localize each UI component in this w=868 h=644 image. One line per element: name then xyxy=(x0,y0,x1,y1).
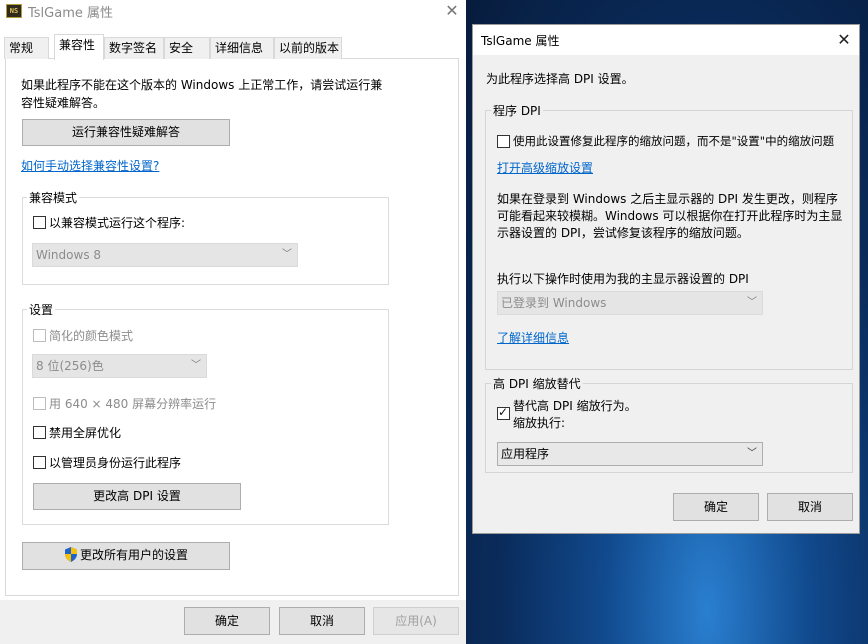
resolution-640-checkbox[interactable] xyxy=(33,397,46,410)
intro-text-line-1: 如果此程序不能在这个版本的 Windows 上正常工作，请尝试运行兼 xyxy=(21,78,383,92)
uac-shield-icon xyxy=(64,547,77,562)
program-dpi-group-label: 程序 DPI xyxy=(491,102,543,119)
dpi-description-line-1: 如果在登录到 Windows 之后主显示器的 DPI 发生更改，则程序 xyxy=(497,192,838,206)
intro-text-line-2: 容性疑难解答。 xyxy=(21,96,106,110)
fix-scaling-checkbox[interactable] xyxy=(497,135,510,148)
disable-fullscreen-opt-checkbox[interactable] xyxy=(33,426,46,439)
chevron-down-icon: ﹀ xyxy=(747,448,757,459)
color-depth-select-value: 8 位(256)色 xyxy=(36,359,104,373)
close-icon[interactable]: ✕ xyxy=(833,29,855,51)
dpi-cancel-button[interactable]: 取消 xyxy=(767,493,853,521)
dpi-description-line-3: 示器设置的 DPI，尝试修复该程序的缩放问题。 xyxy=(497,226,749,240)
scaling-performer-select-value: 应用程序 xyxy=(501,447,550,461)
dpi-dialog-title-bar[interactable]: TslGame 属性 ✕ xyxy=(473,25,859,55)
app-icon: NS xyxy=(6,4,22,18)
reduced-color-label: 简化的颜色模式 xyxy=(49,329,134,343)
disable-fullscreen-opt-label: 禁用全屏优化 xyxy=(49,426,122,440)
compat-os-select[interactable]: Windows 8 ﹀ xyxy=(32,243,298,267)
tab-security[interactable]: 安全 xyxy=(164,37,210,59)
change-high-dpi-button[interactable]: 更改高 DPI 设置 xyxy=(33,483,241,510)
dpi-override-group-label: 高 DPI 缩放替代 xyxy=(491,375,583,392)
dialog-footer: 确定 取消 应用(A) xyxy=(0,600,466,644)
run-as-admin-label: 以管理员身份运行此程序 xyxy=(49,456,182,470)
advanced-scaling-link[interactable]: 打开高级缩放设置 xyxy=(497,159,593,176)
compat-mode-group-label: 兼容模式 xyxy=(27,189,80,206)
dpi-description-line-2: 可能看起来较模糊。Windows 可以根据你在打开此程序时为主显 xyxy=(497,209,843,223)
close-icon[interactable]: ✕ xyxy=(440,0,464,22)
apply-button[interactable]: 应用(A) xyxy=(373,607,459,635)
dpi-timing-select[interactable]: 已登录到 Windows ﹀ xyxy=(497,291,763,315)
run-troubleshooter-button[interactable]: 运行兼容性疑难解答 xyxy=(22,119,230,146)
scaling-performer-select[interactable]: 应用程序 ﹀ xyxy=(497,442,763,466)
change-all-users-button[interactable]: 更改所有用户的设置 xyxy=(22,542,230,570)
resolution-640-label: 用 640 × 480 屏幕分辨率运行 xyxy=(49,397,217,411)
run-as-admin-checkbox[interactable] xyxy=(33,456,46,469)
chevron-down-icon: ﹀ xyxy=(747,297,757,308)
fix-scaling-label: 使用此设置修复此程序的缩放问题，而不是"设置"中的缩放问题 xyxy=(513,134,835,148)
window-title: TslGame 属性 xyxy=(28,6,114,21)
tab-previous-versions[interactable]: 以前的版本 xyxy=(274,37,342,59)
override-scaling-checkbox[interactable] xyxy=(497,405,510,420)
ok-button[interactable]: 确定 xyxy=(184,607,270,635)
dpi-dialog-title: TslGame 属性 xyxy=(481,34,560,48)
cancel-button[interactable]: 取消 xyxy=(279,607,365,635)
compat-os-select-value: Windows 8 xyxy=(36,248,102,262)
compat-mode-checkbox[interactable] xyxy=(33,216,46,229)
dpi-heading: 为此程序选择高 DPI 设置。 xyxy=(486,72,634,86)
chevron-down-icon: ﹀ xyxy=(191,360,201,371)
compat-mode-label: 以兼容模式运行这个程序: xyxy=(49,216,186,230)
title-bar[interactable]: NS TslGame 属性 ✕ xyxy=(0,0,466,24)
manual-compat-settings-link[interactable]: 如何手动选择兼容性设置? xyxy=(21,157,159,174)
dpi-timing-select-value: 已登录到 Windows xyxy=(501,296,607,310)
high-dpi-settings-dialog: TslGame 属性 ✕ 为此程序选择高 DPI 设置。 程序 DPI 使用此设… xyxy=(472,24,860,534)
reduced-color-checkbox[interactable] xyxy=(33,329,46,342)
tab-digital-signatures[interactable]: 数字签名 xyxy=(104,37,164,59)
color-depth-select[interactable]: 8 位(256)色 ﹀ xyxy=(32,354,207,378)
override-scaling-label: 替代高 DPI 缩放行为。 xyxy=(513,399,637,413)
dpi-select-label: 执行以下操作时使用为我的主显示器设置的 DPI xyxy=(497,272,749,286)
dpi-ok-button[interactable]: 确定 xyxy=(673,493,759,521)
tab-details[interactable]: 详细信息 xyxy=(210,37,274,59)
compat-mode-group xyxy=(22,197,389,285)
scaling-performed-by-label: 缩放执行: xyxy=(513,416,566,430)
properties-window: NS TslGame 属性 ✕ 常规 兼容性 数字签名 安全 详细信息 以前的版… xyxy=(0,0,466,644)
change-all-users-label: 更改所有用户的设置 xyxy=(79,548,188,562)
chevron-down-icon: ﹀ xyxy=(282,249,292,260)
settings-group-label: 设置 xyxy=(27,301,56,318)
tab-general[interactable]: 常规 xyxy=(4,37,49,59)
tab-compatibility[interactable]: 兼容性 xyxy=(54,34,104,60)
learn-more-link[interactable]: 了解详细信息 xyxy=(497,329,569,346)
